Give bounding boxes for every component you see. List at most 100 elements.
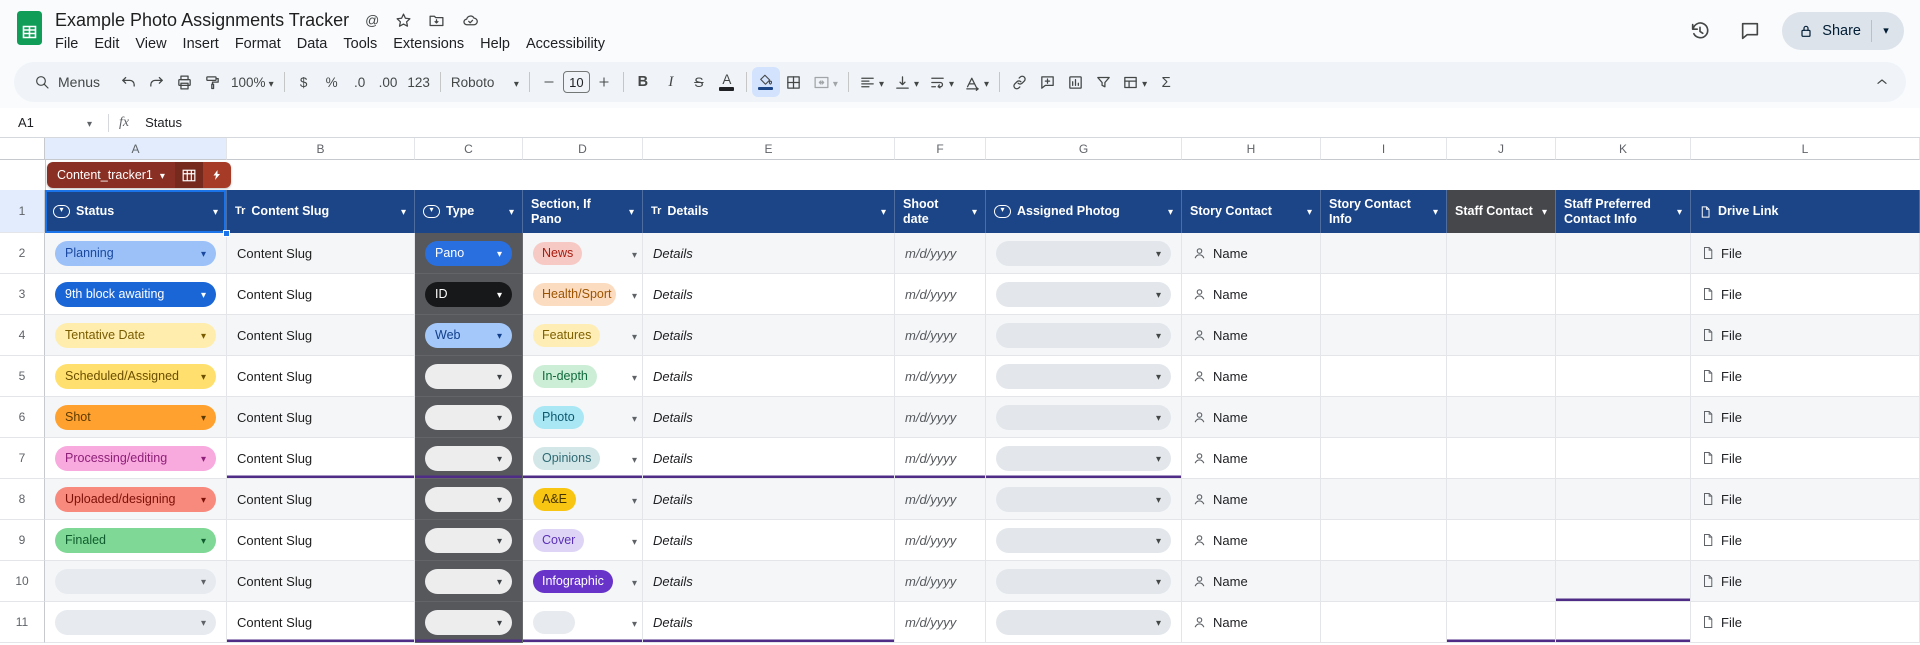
cell-B2[interactable]: Content Slug [227, 233, 415, 274]
cell-G4[interactable] [986, 315, 1182, 356]
cell-J5[interactable] [1447, 356, 1556, 397]
cell-F2[interactable]: m/d/yyyy [895, 233, 986, 274]
cell-B6[interactable]: Content Slug [227, 397, 415, 438]
header-status[interactable]: Status [45, 190, 230, 237]
currency-format-button[interactable]: $ [290, 67, 318, 97]
cell-G5[interactable] [986, 356, 1182, 397]
star-icon[interactable] [395, 12, 412, 29]
cell-B8[interactable]: Content Slug [227, 479, 415, 520]
comments-icon[interactable] [1732, 13, 1768, 49]
fill-handle[interactable] [223, 230, 230, 237]
chevron-down-icon[interactable] [972, 204, 977, 218]
cell-I6[interactable] [1321, 397, 1447, 438]
cell-K5[interactable] [1556, 356, 1691, 397]
cell-G3[interactable] [986, 274, 1182, 315]
cell-I8[interactable] [1321, 479, 1447, 520]
cell-E7[interactable]: Details [643, 438, 895, 479]
cell-J3[interactable] [1447, 274, 1556, 315]
cell-C2[interactable]: Pano [415, 233, 523, 274]
status-dropdown[interactable]: Finaled [55, 527, 216, 553]
cell-H2[interactable]: Name [1182, 233, 1321, 274]
section-chip[interactable]: Photo [533, 405, 584, 429]
cell-I4[interactable] [1321, 315, 1447, 356]
cell-E4[interactable]: Details [643, 315, 895, 356]
photog-dropdown[interactable] [996, 527, 1171, 553]
name-box[interactable]: A1 [12, 115, 98, 130]
cell-G2[interactable] [986, 233, 1182, 274]
undo-button[interactable] [114, 67, 142, 97]
functions-button[interactable]: Σ [1152, 67, 1180, 97]
move-folder-icon[interactable] [428, 12, 445, 29]
menu-file[interactable]: File [47, 34, 86, 54]
section-chip[interactable]: Infographic [533, 569, 613, 593]
formula-value[interactable]: Status [145, 115, 182, 130]
cell-H7[interactable]: Name [1182, 438, 1321, 479]
cell-C7[interactable] [415, 438, 523, 479]
row-header-7[interactable]: 7 [0, 438, 45, 479]
cell-C9[interactable] [415, 520, 523, 561]
cell-K4[interactable] [1556, 315, 1691, 356]
decrease-font-size-button[interactable] [535, 67, 563, 97]
section-chip[interactable]: In-depth [533, 364, 597, 388]
status-dropdown[interactable]: Tentative Date [55, 322, 216, 348]
type-dropdown[interactable]: ID [425, 281, 512, 307]
table-name-button[interactable]: Content_tracker1 [47, 162, 175, 188]
cell-L2[interactable]: File [1691, 233, 1920, 274]
chevron-down-icon[interactable] [1168, 204, 1173, 218]
menu-help[interactable]: Help [472, 34, 518, 54]
cell-G8[interactable] [986, 479, 1182, 520]
chevron-down-icon[interactable] [1677, 204, 1682, 218]
cell-A2[interactable]: Planning [45, 233, 227, 274]
at-icon[interactable]: @ [365, 12, 379, 28]
menu-insert[interactable]: Insert [175, 34, 227, 54]
row-header-3[interactable]: 3 [0, 274, 45, 315]
cell-J11[interactable] [1447, 602, 1556, 643]
cell-B9[interactable]: Content Slug [227, 520, 415, 561]
chevron-down-icon[interactable] [632, 246, 637, 261]
row-header-1[interactable]: 1 [0, 190, 45, 233]
row-header-10[interactable]: 10 [0, 561, 45, 602]
cell-B7[interactable]: Content Slug [227, 438, 415, 479]
cell-A5[interactable]: Scheduled/Assigned [45, 356, 227, 397]
cell-F5[interactable]: m/d/yyyy [895, 356, 986, 397]
chevron-down-icon[interactable] [629, 204, 634, 218]
status-dropdown[interactable]: 9th block awaiting [55, 281, 216, 307]
chevron-down-icon[interactable] [632, 287, 637, 302]
photog-dropdown[interactable] [996, 445, 1171, 471]
cell-L10[interactable]: File [1691, 561, 1920, 602]
share-button[interactable]: Share [1782, 12, 1904, 50]
section-chip[interactable]: Opinions [533, 446, 601, 470]
photog-dropdown[interactable] [996, 486, 1171, 512]
cell-J7[interactable] [1447, 438, 1556, 479]
header-story-contact[interactable]: Story Contact [1182, 190, 1321, 233]
cell-E9[interactable]: Details [643, 520, 895, 561]
cell-A8[interactable]: Uploaded/designing [45, 479, 227, 520]
bold-button[interactable]: B [629, 67, 657, 97]
type-dropdown[interactable] [425, 445, 512, 471]
cell-L5[interactable]: File [1691, 356, 1920, 397]
cell-H8[interactable]: Name [1182, 479, 1321, 520]
section-dropdown[interactable] [533, 610, 575, 634]
cell-B5[interactable]: Content Slug [227, 356, 415, 397]
header-section[interactable]: Section, If Pano [523, 190, 643, 233]
status-dropdown[interactable]: Shot [55, 404, 216, 430]
header-details[interactable]: Tr Details [643, 190, 895, 233]
chevron-down-icon[interactable] [1307, 204, 1312, 218]
column-header-J[interactable]: J [1447, 138, 1556, 160]
photog-dropdown[interactable] [996, 281, 1171, 307]
cell-C4[interactable]: Web [415, 315, 523, 356]
cell-J6[interactable] [1447, 397, 1556, 438]
column-header-E[interactable]: E [643, 138, 895, 160]
strikethrough-button[interactable]: S [685, 67, 713, 97]
column-header-F[interactable]: F [895, 138, 986, 160]
cell-I9[interactable] [1321, 520, 1447, 561]
cell-F10[interactable]: m/d/yyyy [895, 561, 986, 602]
cell-I7[interactable] [1321, 438, 1447, 479]
type-dropdown[interactable]: Pano [425, 240, 512, 266]
type-dropdown[interactable] [425, 486, 512, 512]
header-staff-preferred-contact-info[interactable]: Staff Preferred Contact Info [1556, 190, 1691, 233]
collapse-toolbar-button[interactable] [1868, 67, 1896, 97]
print-button[interactable] [170, 67, 198, 97]
row-header-4[interactable]: 4 [0, 315, 45, 356]
cell-A6[interactable]: Shot [45, 397, 227, 438]
